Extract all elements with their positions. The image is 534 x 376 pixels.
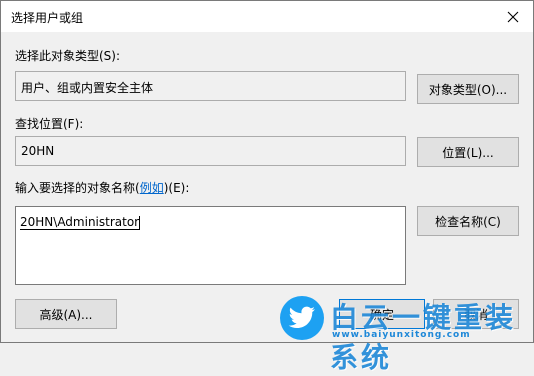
object-types-value: 用户、组或内置安全主体 (21, 81, 154, 95)
object-names-label-prefix: 输入要选择的对象名称( (15, 181, 140, 195)
advanced-button[interactable]: 高级(A)... (15, 299, 117, 329)
location-label: 查找位置(F): (15, 117, 84, 131)
location-button[interactable]: 位置(L)... (417, 137, 519, 167)
close-button[interactable] (493, 1, 533, 32)
check-names-button[interactable]: 检查名称(C) (417, 206, 519, 236)
examples-link[interactable]: 例如 (140, 181, 164, 195)
location-field: 20HN (15, 136, 406, 166)
object-types-button[interactable]: 对象类型(O)... (417, 74, 519, 104)
object-names-label-suffix: )(E): (163, 181, 190, 195)
location-value: 20HN (21, 144, 55, 158)
close-icon (507, 11, 519, 22)
object-types-field: 用户、组或内置安全主体 (15, 71, 406, 101)
object-names-label: 输入要选择的对象名称(例如)(E): (15, 179, 189, 196)
window-title: 选择用户或组 (11, 11, 84, 25)
watermark-url: www.baiyunxitong.com (332, 330, 471, 340)
object-names-value: 20HN\Administrator (20, 215, 140, 230)
text-caret (139, 215, 141, 230)
bird-logo-icon (280, 296, 324, 340)
object-names-input[interactable]: 20HN\Administrator (15, 206, 406, 285)
title-bar: 选择用户或组 (1, 1, 533, 32)
object-types-label: 选择此对象类型(S): (15, 49, 121, 63)
watermark: 白云一键重装系统 www.baiyunxitong.com (278, 296, 534, 374)
select-users-dialog: 选择用户或组 选择此对象类型(S): 用户、组或内置安全主体 对象类型(O)..… (0, 0, 534, 343)
